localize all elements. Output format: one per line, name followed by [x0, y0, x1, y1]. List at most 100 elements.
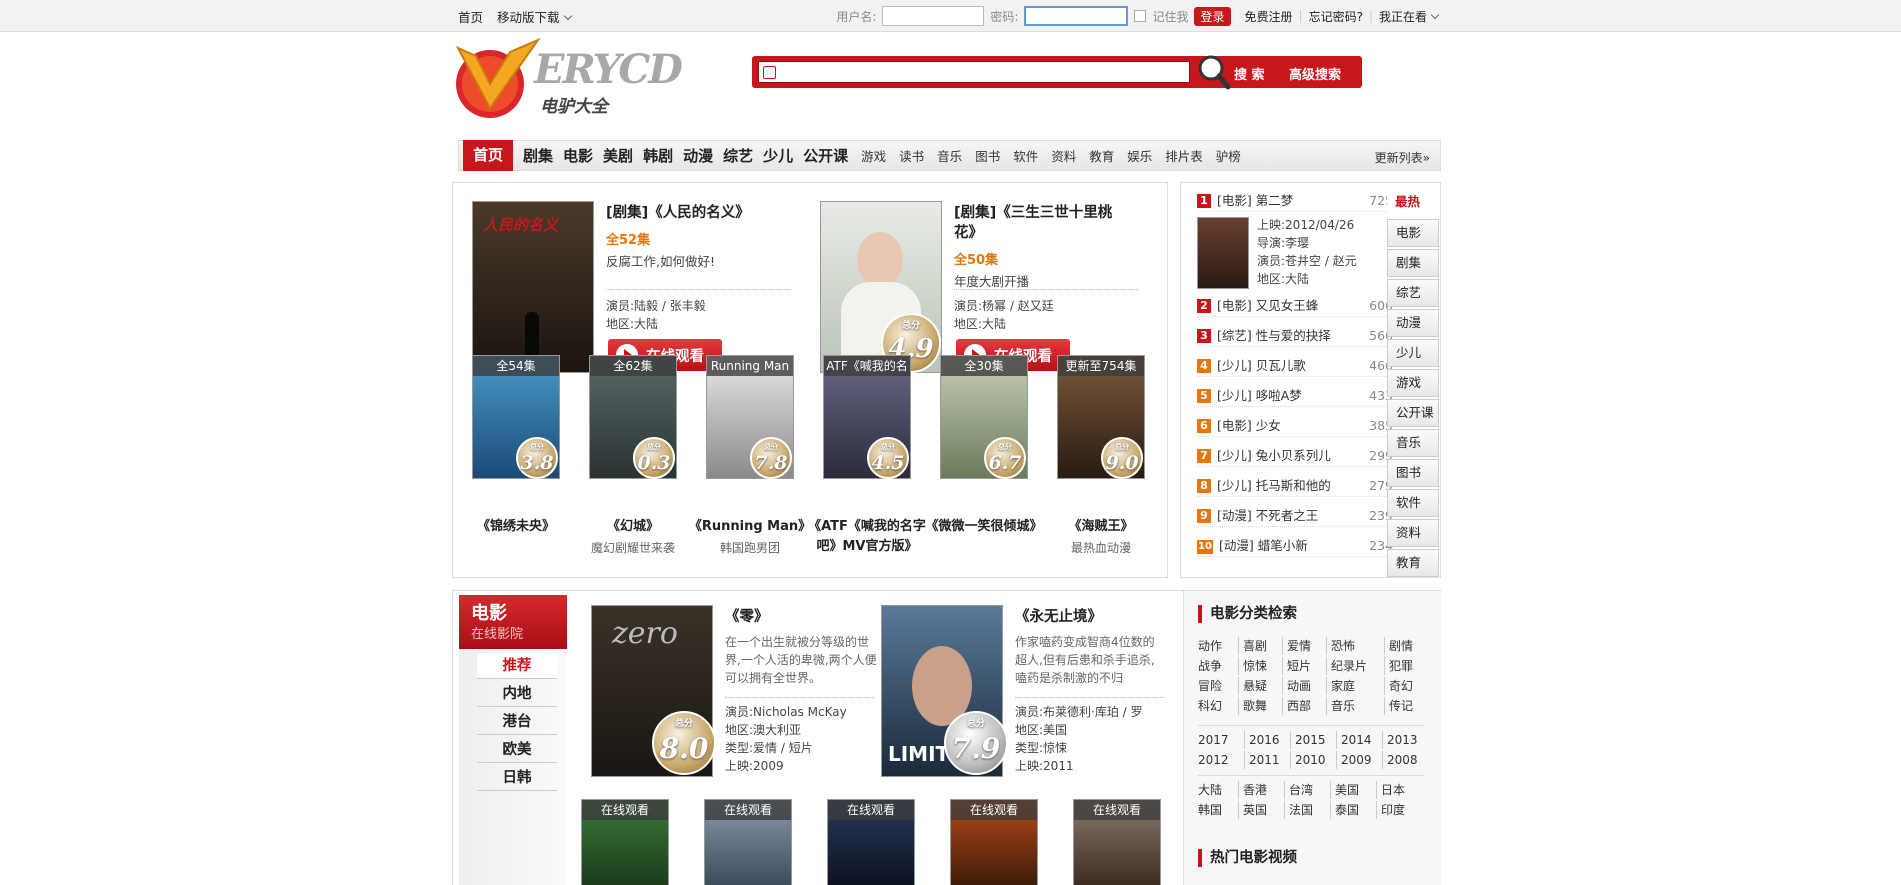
- nav-movie[interactable]: 电影: [563, 145, 593, 166]
- genres-item[interactable]: 爱情: [1282, 637, 1326, 655]
- regions-item[interactable]: 法国: [1284, 801, 1330, 819]
- genres-item[interactable]: 纪录片: [1326, 657, 1384, 675]
- search-input[interactable]: [758, 61, 1190, 83]
- regions-item[interactable]: 大陆: [1198, 781, 1238, 799]
- years-item[interactable]: 2014: [1336, 731, 1382, 749]
- nav-home[interactable]: 首页: [463, 140, 514, 171]
- movie-cat-recommended[interactable]: 推荐: [477, 653, 557, 679]
- years-item[interactable]: 2008: [1382, 751, 1428, 769]
- rank-item-6[interactable]: 6 [电影] 少女 385: [1197, 415, 1393, 437]
- home-link[interactable]: 首页: [458, 7, 483, 26]
- nav-software[interactable]: 软件: [1013, 146, 1038, 165]
- nav-schedule[interactable]: 排片表: [1165, 146, 1203, 165]
- nav-games[interactable]: 游戏: [861, 146, 886, 165]
- rank-tab-4[interactable]: 动漫: [1387, 309, 1439, 337]
- watching-menu[interactable]: 我正在看: [1379, 8, 1440, 25]
- years-item[interactable]: 2011: [1244, 751, 1290, 769]
- rank-item-7[interactable]: 7 [少儿] 兔小贝系列儿 299: [1197, 445, 1393, 467]
- search-icon[interactable]: [1197, 54, 1231, 90]
- genres-item[interactable]: 惊悚: [1238, 657, 1282, 675]
- movie-title-zero[interactable]: 《零》: [725, 607, 769, 627]
- regions-item[interactable]: 香港: [1238, 781, 1284, 799]
- regions-item[interactable]: 印度: [1376, 801, 1422, 819]
- genres-item[interactable]: 犯罪: [1384, 657, 1424, 675]
- thumb-title[interactable]: 《幻城》: [571, 517, 695, 537]
- nav-us-series[interactable]: 美剧: [603, 145, 633, 166]
- genres-item[interactable]: 科幻: [1198, 697, 1238, 715]
- featured-poster-1[interactable]: 人民的名义: [472, 201, 594, 373]
- rank-item-3[interactable]: 3 [综艺] 性与爱的抉择 566: [1197, 325, 1393, 347]
- movie-cat-jp-kr[interactable]: 日韩: [477, 765, 557, 791]
- years-item[interactable]: 2010: [1290, 751, 1336, 769]
- forgot-password-link[interactable]: 忘记密码?: [1309, 8, 1363, 25]
- username-input[interactable]: [882, 6, 985, 26]
- rank-tab-9[interactable]: 图书: [1387, 459, 1439, 487]
- years-item[interactable]: 2016: [1244, 731, 1290, 749]
- genres-item[interactable]: 传记: [1384, 697, 1424, 715]
- regions-item[interactable]: 日本: [1376, 781, 1422, 799]
- mobile-download-link[interactable]: 移动版下载: [497, 7, 572, 26]
- regions-item[interactable]: 韩国: [1198, 801, 1238, 819]
- nav-books[interactable]: 图书: [975, 146, 1000, 165]
- years-item[interactable]: 2013: [1382, 731, 1428, 749]
- thumb-title[interactable]: 《Running Man》: [688, 517, 812, 537]
- rank-tab-11[interactable]: 资料: [1387, 519, 1439, 547]
- movie-cat-mainland[interactable]: 内地: [477, 681, 557, 707]
- genres-item[interactable]: 冒险: [1198, 677, 1238, 695]
- rank-item-1[interactable]: 1 [电影] 第二梦 725: [1197, 190, 1393, 212]
- genres-item[interactable]: 喜剧: [1238, 637, 1282, 655]
- online-movie-poster[interactable]: 在线观看: [950, 799, 1038, 885]
- genres-item[interactable]: 动作: [1198, 637, 1238, 655]
- verycd-logo[interactable]: ERYCD 电驴大全: [450, 38, 683, 122]
- rank-item-5[interactable]: 5 [少儿] 哆啦A梦 433: [1197, 385, 1393, 407]
- rank-tab-10[interactable]: 软件: [1387, 489, 1439, 517]
- genres-item[interactable]: 家庭: [1326, 677, 1384, 695]
- regions-item[interactable]: 台湾: [1284, 781, 1330, 799]
- online-movie-poster[interactable]: 在线观看: [581, 799, 669, 885]
- rank-tab-5[interactable]: 少儿: [1387, 339, 1439, 367]
- rank-tab-1[interactable]: 电影: [1387, 219, 1439, 247]
- years-item[interactable]: 2012: [1198, 751, 1244, 769]
- genres-item[interactable]: 动画: [1282, 677, 1326, 695]
- nav-series[interactable]: 剧集: [523, 145, 553, 166]
- regions-item[interactable]: 美国: [1330, 781, 1376, 799]
- featured-title-1[interactable]: [剧集]《人民的名义》: [606, 203, 796, 223]
- genres-item[interactable]: 音乐: [1326, 697, 1384, 715]
- nav-variety[interactable]: 综艺: [723, 145, 753, 166]
- nav-music[interactable]: 音乐: [937, 146, 962, 165]
- rank-item-9[interactable]: 9 [动漫] 不死者之王 239: [1197, 505, 1393, 527]
- nav-entertainment[interactable]: 娱乐: [1127, 146, 1152, 165]
- movie-section-header[interactable]: 电影 在线影院: [459, 595, 567, 649]
- online-movie-poster[interactable]: 在线观看: [1073, 799, 1161, 885]
- online-movie-poster[interactable]: 在线观看: [704, 799, 792, 885]
- genres-item[interactable]: 奇幻: [1384, 677, 1424, 695]
- rank-tab-2[interactable]: 剧集: [1387, 249, 1439, 277]
- genres-item[interactable]: 西部: [1282, 697, 1326, 715]
- years-item[interactable]: 2015: [1290, 731, 1336, 749]
- rank-first-poster[interactable]: [1197, 217, 1249, 289]
- remember-checkbox[interactable]: [1134, 10, 1147, 22]
- genres-item[interactable]: 战争: [1198, 657, 1238, 675]
- rank-item-8[interactable]: 8 [少儿] 托马斯和他的 279: [1197, 475, 1393, 497]
- genres-item[interactable]: 剧情: [1384, 637, 1424, 655]
- regions-item[interactable]: 泰国: [1330, 801, 1376, 819]
- search-button[interactable]: 搜 索: [1234, 64, 1265, 83]
- nav-kr-series[interactable]: 韩剧: [643, 145, 673, 166]
- genres-item[interactable]: 悬疑: [1238, 677, 1282, 695]
- movie-cat-hk-tw[interactable]: 港台: [477, 709, 557, 735]
- years-item[interactable]: 2017: [1198, 731, 1244, 749]
- thumb-title[interactable]: 《ATF《喊我的名字吧》MV官方版》: [805, 517, 929, 557]
- advanced-search-button[interactable]: 高级搜索: [1289, 64, 1341, 83]
- nav-rankings[interactable]: 驴榜: [1216, 146, 1241, 165]
- genres-item[interactable]: 恐怖: [1326, 637, 1384, 655]
- rank-item-10[interactable]: 10 [动漫] 蜡笔小新 234: [1197, 535, 1393, 557]
- nav-education[interactable]: 教育: [1089, 146, 1114, 165]
- years-item[interactable]: 2009: [1336, 751, 1382, 769]
- nav-reading[interactable]: 读书: [899, 146, 924, 165]
- password-input[interactable]: [1024, 6, 1129, 26]
- thumb-title[interactable]: 《微微一笑很倾城》: [922, 517, 1046, 537]
- movie-title-limitless[interactable]: 《永无止境》: [1015, 607, 1102, 627]
- nav-open-course[interactable]: 公开课: [803, 145, 848, 166]
- rank-tab-6[interactable]: 游戏: [1387, 369, 1439, 397]
- regions-item[interactable]: 英国: [1238, 801, 1284, 819]
